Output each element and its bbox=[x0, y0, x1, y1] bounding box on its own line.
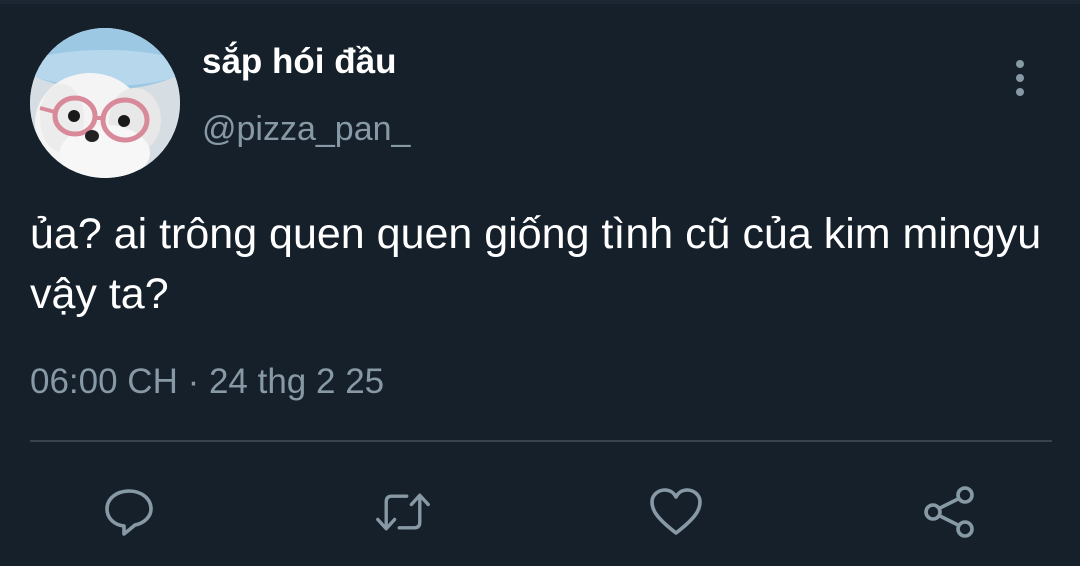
tweet-timestamp[interactable]: 06:00 CH · 24 thg 2 25 bbox=[30, 362, 384, 402]
user-handle[interactable]: @pizza_pan_ bbox=[202, 110, 410, 149]
reply-button[interactable] bbox=[101, 484, 157, 540]
retweet-icon bbox=[376, 493, 430, 531]
reply-icon bbox=[105, 489, 153, 536]
divider bbox=[30, 440, 1052, 442]
tweet-text: ủa? ai trông quen quen giống tình cũ của… bbox=[30, 210, 1042, 318]
top-border bbox=[0, 0, 1080, 4]
more-vertical-icon bbox=[1016, 60, 1024, 96]
avatar[interactable] bbox=[30, 28, 180, 178]
like-button[interactable] bbox=[648, 484, 704, 540]
retweet-button[interactable] bbox=[375, 484, 431, 540]
display-name[interactable]: sắp hói đầu bbox=[202, 42, 396, 82]
more-options-button[interactable] bbox=[1000, 56, 1040, 100]
heart-icon bbox=[650, 488, 702, 535]
share-button[interactable] bbox=[922, 484, 978, 540]
share-icon bbox=[924, 486, 974, 538]
